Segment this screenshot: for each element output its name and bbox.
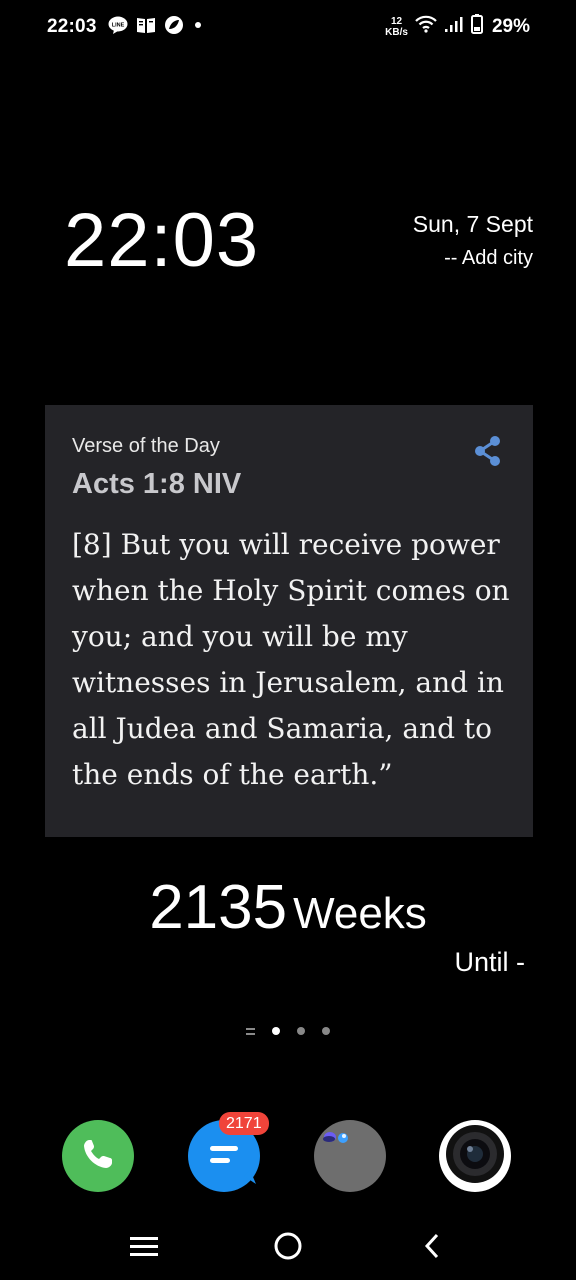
- messages-badge: 2171: [219, 1112, 269, 1135]
- clock-widget-date: Sun, 7 Sept: [412, 211, 533, 237]
- app-dock: [0, 1120, 576, 1194]
- folder-app-button[interactable]: [314, 1120, 386, 1192]
- book-icon: [136, 16, 156, 34]
- countdown-unit: Weeks: [293, 889, 427, 938]
- network-speed: 12 KB/s: [385, 16, 408, 38]
- verse-reference: Acts 1:8 NIV: [72, 468, 242, 500]
- status-time: 22:03: [47, 16, 97, 37]
- verse-widget-label: Verse of the Day: [72, 435, 220, 457]
- network-speed-value: 12: [391, 15, 403, 27]
- countdown-until: Until -: [454, 947, 525, 977]
- battery-percent: 29%: [491, 15, 530, 37]
- verse-of-the-day-widget[interactable]: Verse of the Day Acts 1:8 NIV [8] But yo…: [45, 405, 533, 837]
- camera-app-button[interactable]: [439, 1120, 511, 1192]
- phone-app-button[interactable]: [62, 1120, 134, 1192]
- clock-widget-date-block[interactable]: Sun, 7 Sept -- Add city: [413, 209, 533, 273]
- page-indicator: [0, 1027, 576, 1035]
- clock-widget-time[interactable]: 22:03: [64, 196, 259, 286]
- phone-icon: [79, 1135, 117, 1178]
- share-icon[interactable]: [473, 435, 503, 472]
- recents-button[interactable]: [124, 1228, 164, 1268]
- feed-page-indicator-icon: [246, 1027, 255, 1035]
- add-city-link[interactable]: -- Add city: [413, 243, 533, 273]
- countdown-widget[interactable]: 2135 Weeks: [0, 872, 576, 943]
- verse-text: [8] But you will receive power when the …: [72, 528, 510, 791]
- leaf-app-icon: [164, 15, 184, 35]
- svg-text:LINE: LINE: [112, 23, 125, 29]
- battery-icon: [470, 14, 483, 39]
- page-dot-1: [272, 1027, 280, 1035]
- home-icon: [272, 1230, 304, 1267]
- notification-icons: LINE: [108, 15, 204, 35]
- folder-icon: [314, 1118, 386, 1195]
- countdown-value: 2135: [149, 873, 288, 942]
- page-dot-2: [297, 1027, 305, 1035]
- network-speed-unit: KB/s: [385, 26, 408, 38]
- signal-icon: [444, 15, 464, 38]
- home-button[interactable]: [268, 1228, 308, 1268]
- back-icon: [420, 1230, 444, 1267]
- line-icon: LINE: [108, 16, 128, 34]
- dot-icon: [192, 19, 204, 31]
- recents-icon: [129, 1234, 159, 1263]
- page-dot-3: [322, 1027, 330, 1035]
- wifi-icon: [415, 15, 437, 38]
- camera-icon: [439, 1118, 511, 1195]
- navigation-bar: [0, 1212, 576, 1280]
- status-bar: 22:03 LINE 12 KB/s 29%: [0, 0, 576, 56]
- back-button[interactable]: [412, 1228, 452, 1268]
- system-status: 12 KB/s 29%: [385, 14, 530, 39]
